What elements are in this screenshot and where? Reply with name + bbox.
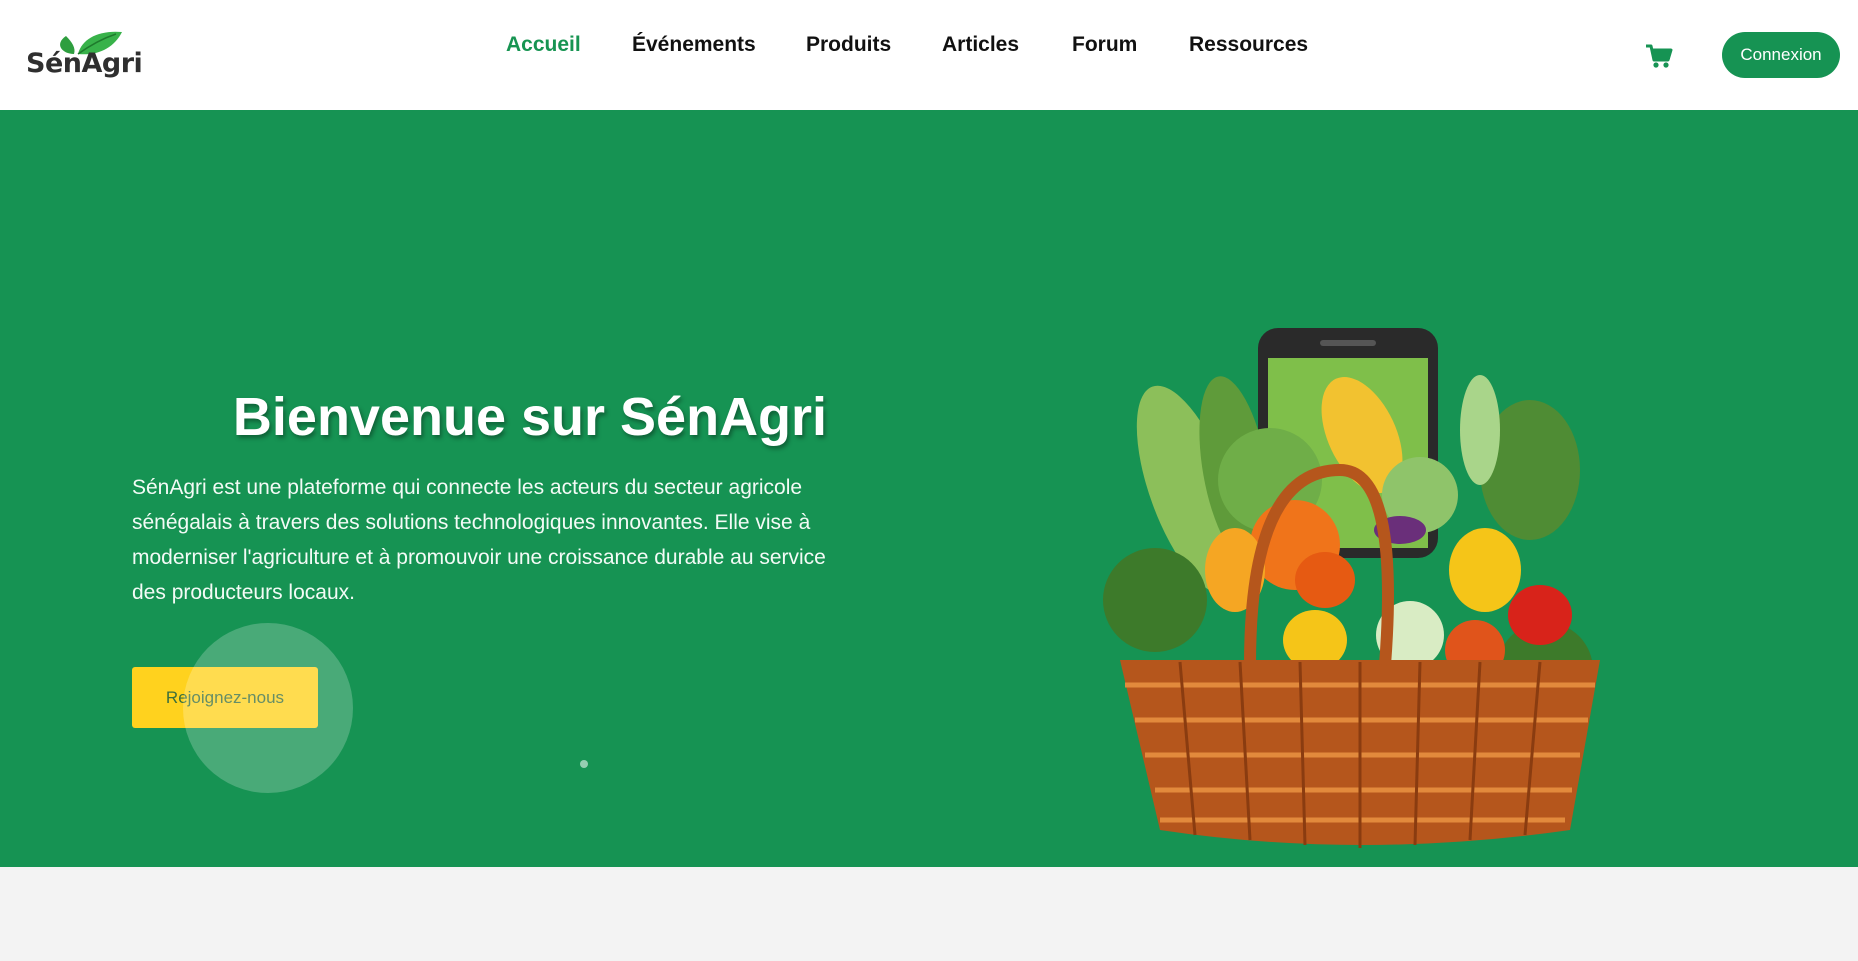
login-button[interactable]: Connexion [1722, 32, 1840, 78]
shopping-cart-icon[interactable] [1645, 44, 1673, 70]
hero-section: Bienvenue sur SénAgri SénAgri est une pl… [0, 110, 1858, 867]
join-button[interactable]: Rejoignez-nous [132, 667, 318, 728]
hero-title: Bienvenue sur SénAgri [232, 387, 828, 447]
logo-wordmark: SénAgri [26, 48, 143, 79]
nav-item-produits[interactable]: Produits [806, 33, 891, 57]
hero-description: SénAgri est une plateforme qui connecte … [132, 476, 826, 604]
nav-item-ressources[interactable]: Ressources [1189, 33, 1308, 57]
nav-item-articles[interactable]: Articles [942, 33, 1019, 57]
nav-item-forum[interactable]: Forum [1072, 33, 1137, 57]
senagri-logo[interactable]: SénAgri [26, 28, 146, 80]
carousel-indicator[interactable] [580, 760, 588, 768]
site-header: SénAgri Accueil Événements Produits Arti… [0, 0, 1858, 110]
content-section [0, 867, 1858, 961]
nav-item-evenements[interactable]: Événements [632, 33, 756, 57]
nav-item-accueil[interactable]: Accueil [506, 33, 581, 57]
vegetable-basket-image [1103, 328, 1600, 848]
